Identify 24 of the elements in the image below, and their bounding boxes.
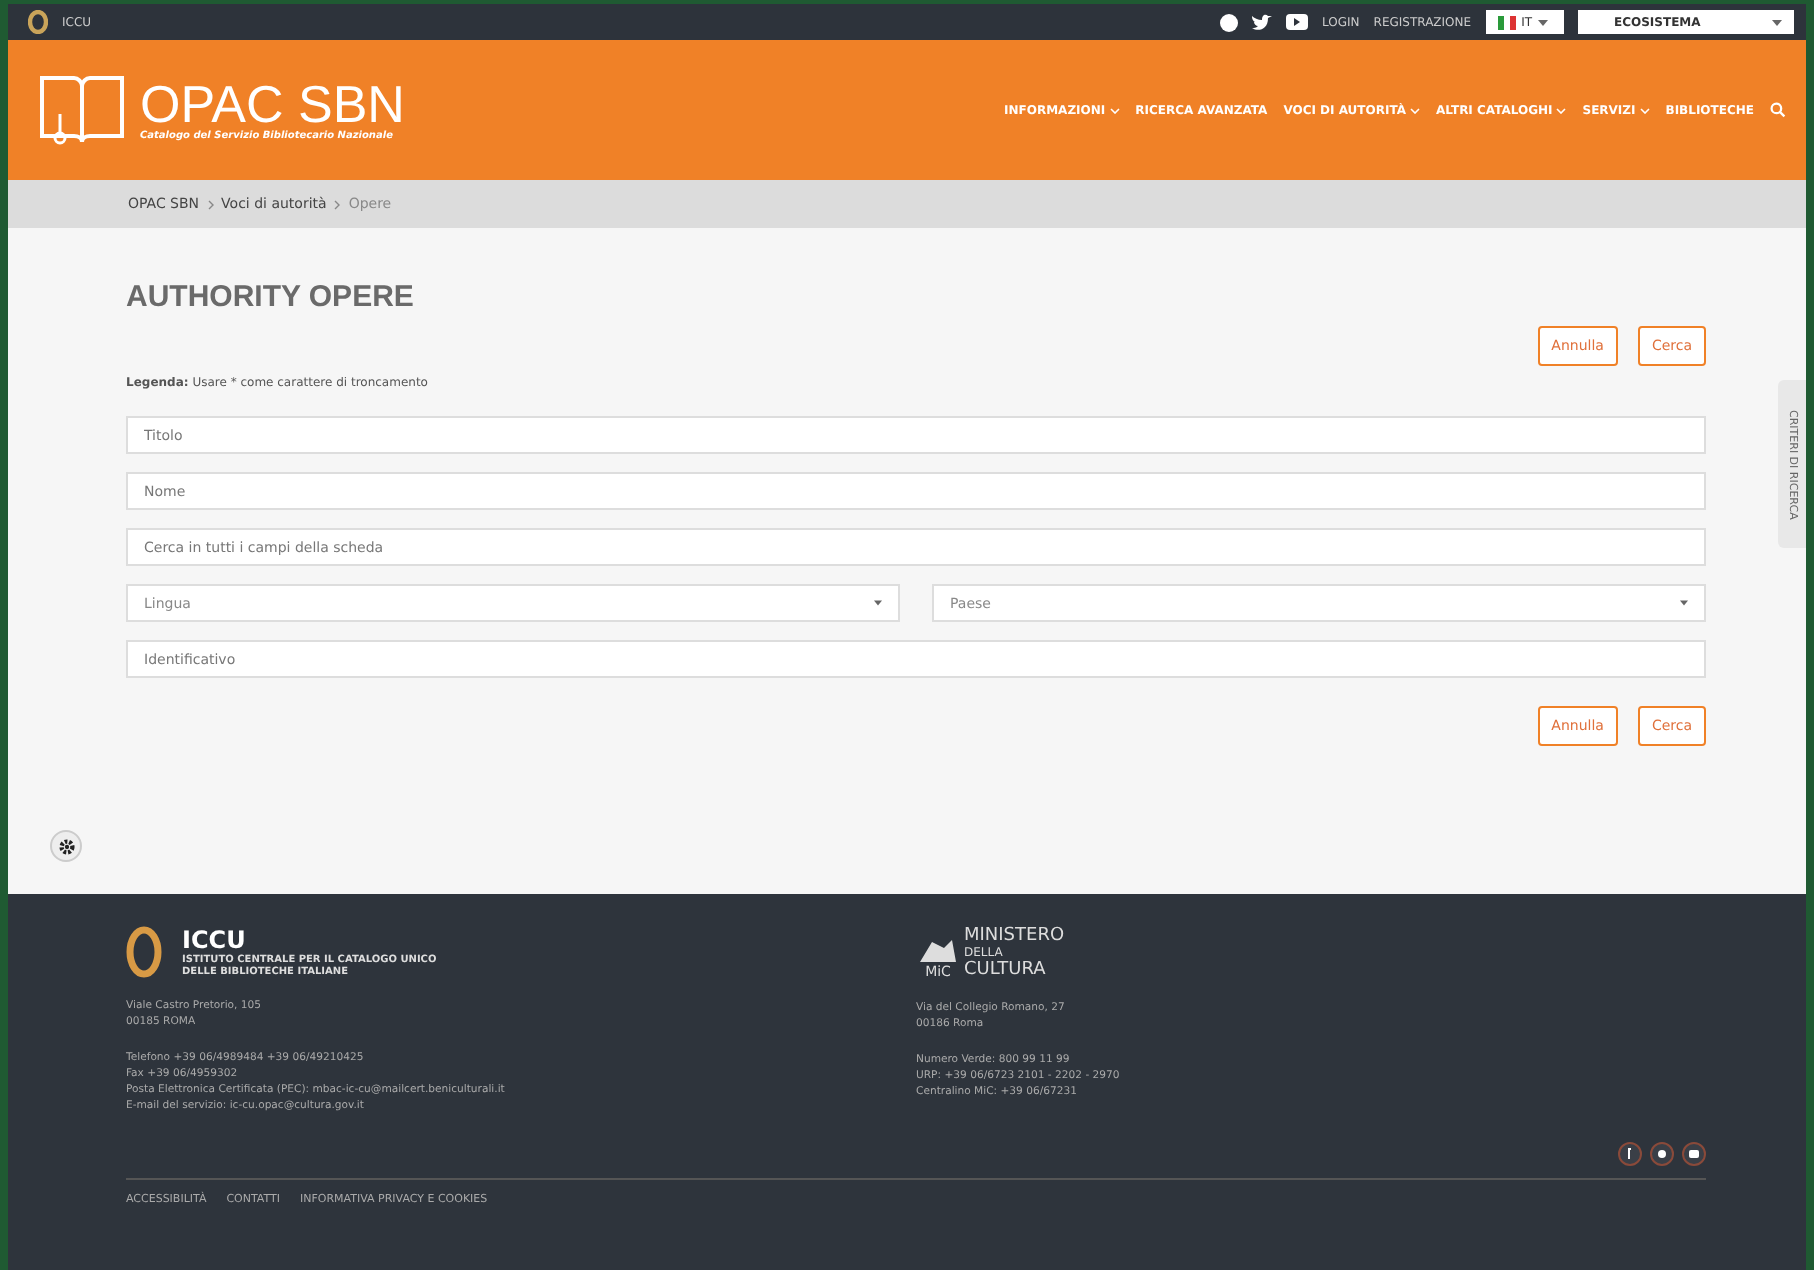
chevron-down-icon (1109, 107, 1120, 113)
youtube-icon[interactable] (1286, 14, 1309, 30)
chevron-down-icon (1639, 107, 1650, 113)
italian-flag-icon (1497, 15, 1516, 29)
iccu-name: ICCU (182, 926, 248, 954)
caret-icon (1680, 600, 1688, 606)
settings-button[interactable] (50, 830, 82, 862)
search-icon[interactable] (1770, 102, 1786, 118)
ring-logo-icon (28, 10, 48, 34)
page-title: AUTHORITY OPERE (126, 280, 416, 314)
open-book-icon (36, 70, 128, 150)
ministry-name: MINISTERO (964, 926, 1065, 946)
caret-icon (1538, 19, 1548, 25)
ministry-name: CULTURA (964, 960, 1048, 980)
caret-icon (1772, 19, 1782, 25)
caret-icon (874, 600, 882, 606)
ring-logo-icon (126, 926, 162, 978)
logo-title: OPAC SBN (140, 78, 405, 130)
gear-icon (57, 837, 75, 855)
chevron-down-icon (1410, 107, 1420, 113)
chevron-right-icon (207, 199, 214, 209)
chevron-down-icon (1556, 107, 1567, 113)
youtube-icon[interactable] (1682, 1142, 1706, 1166)
chevron-right-icon (334, 199, 341, 209)
